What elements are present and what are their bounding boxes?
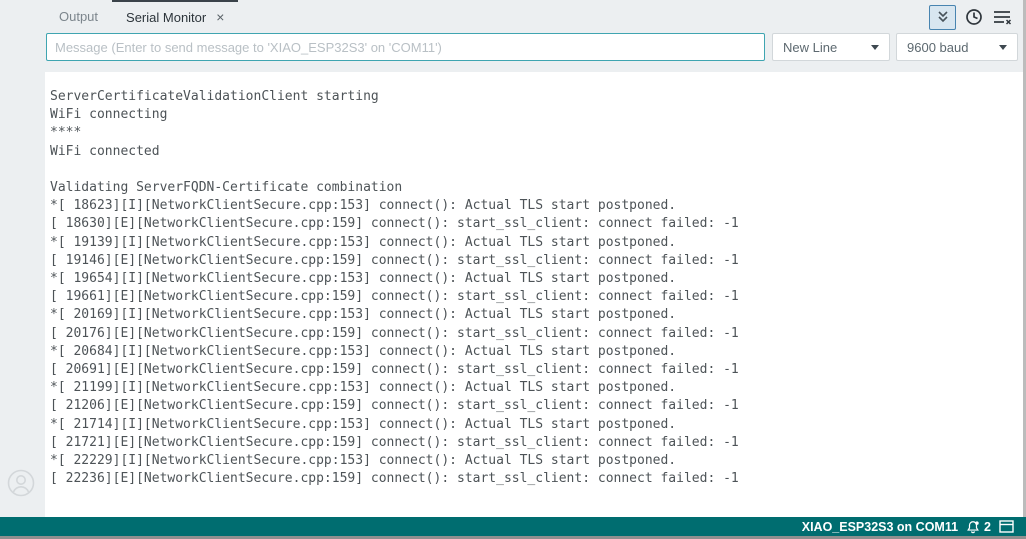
bottom-panel-header: Output Serial Monitor × [45, 0, 1026, 72]
autoscroll-toggle-button[interactable] [929, 5, 956, 30]
console-line: [ 21206][E][NetworkClientSecure.cpp:159]… [50, 397, 1021, 415]
timestamp-toggle-button[interactable] [965, 8, 983, 26]
console-line: WiFi connected [50, 143, 1021, 161]
line-ending-dropdown[interactable]: New Line [772, 33, 890, 61]
console-line: WiFi connecting [50, 106, 1021, 124]
board-port-status[interactable]: XIAO_ESP32S3 on COM11 [802, 520, 958, 534]
console-line: ServerCertificateValidationClient starti… [50, 88, 1021, 106]
chevron-down-icon [999, 45, 1007, 50]
tab-output-label: Output [59, 9, 98, 24]
console-line: *[ 19139][I][NetworkClientSecure.cpp:153… [50, 234, 1021, 252]
close-icon[interactable]: × [216, 9, 224, 25]
serial-monitor-output[interactable]: ServerCertificateValidationClient starti… [45, 72, 1021, 516]
panel-tab-bar: Output Serial Monitor × [45, 0, 1026, 32]
console-line: [ 19661][E][NetworkClientSecure.cpp:159]… [50, 288, 1021, 306]
console-line: *[ 22229][I][NetworkClientSecure.cpp:153… [50, 452, 1021, 470]
console-line: [ 19146][E][NetworkClientSecure.cpp:159]… [50, 252, 1021, 270]
chevron-down-icon [871, 45, 879, 50]
account-icon[interactable] [6, 468, 36, 498]
console-line: **** [50, 124, 1021, 142]
line-ending-value: New Line [783, 40, 837, 55]
console-line: [ 18630][E][NetworkClientSecure.cpp:159]… [50, 215, 1021, 233]
clear-output-button[interactable] [992, 8, 1012, 26]
console-line: [ 22236][E][NetworkClientSecure.cpp:159]… [50, 470, 1021, 488]
left-activity-gutter [0, 0, 45, 517]
baud-rate-dropdown[interactable]: 9600 baud [896, 33, 1018, 61]
console-line [50, 161, 1021, 179]
console-line: [ 20176][E][NetworkClientSecure.cpp:159]… [50, 325, 1021, 343]
console-line: *[ 18623][I][NetworkClientSecure.cpp:153… [50, 197, 1021, 215]
console-line: *[ 21714][I][NetworkClientSecure.cpp:153… [50, 416, 1021, 434]
notifications-status[interactable]: 2 [966, 520, 991, 534]
console-line: [ 21721][E][NetworkClientSecure.cpp:159]… [50, 434, 1021, 452]
board-port-label: XIAO_ESP32S3 on COM11 [802, 520, 958, 534]
tab-serial-monitor[interactable]: Serial Monitor × [112, 0, 238, 32]
console-line: *[ 19654][I][NetworkClientSecure.cpp:153… [50, 270, 1021, 288]
baud-rate-value: 9600 baud [907, 40, 968, 55]
tab-serial-monitor-label: Serial Monitor [126, 10, 206, 25]
notification-count: 2 [984, 520, 991, 534]
status-bar: XIAO_ESP32S3 on COM11 2 [0, 517, 1026, 536]
double-chevron-down-icon [935, 9, 951, 25]
console-line: *[ 20169][I][NetworkClientSecure.cpp:153… [50, 306, 1021, 324]
message-input-row: New Line 9600 baud [45, 32, 1026, 64]
tab-output[interactable]: Output [45, 0, 112, 32]
serial-monitor-controls [929, 3, 1012, 31]
serial-message-input[interactable] [46, 33, 765, 61]
panel-layout-icon [999, 520, 1014, 533]
clock-icon [965, 8, 983, 26]
toggle-panel-button[interactable] [999, 520, 1014, 533]
console-line: [ 20691][E][NetworkClientSecure.cpp:159]… [50, 361, 1021, 379]
console-line: *[ 21199][I][NetworkClientSecure.cpp:153… [50, 379, 1021, 397]
clear-output-icon [992, 8, 1012, 26]
console-line: *[ 20684][I][NetworkClientSecure.cpp:153… [50, 343, 1021, 361]
bell-icon [966, 520, 980, 534]
console-line: Validating ServerFQDN-Certificate combin… [50, 179, 1021, 197]
